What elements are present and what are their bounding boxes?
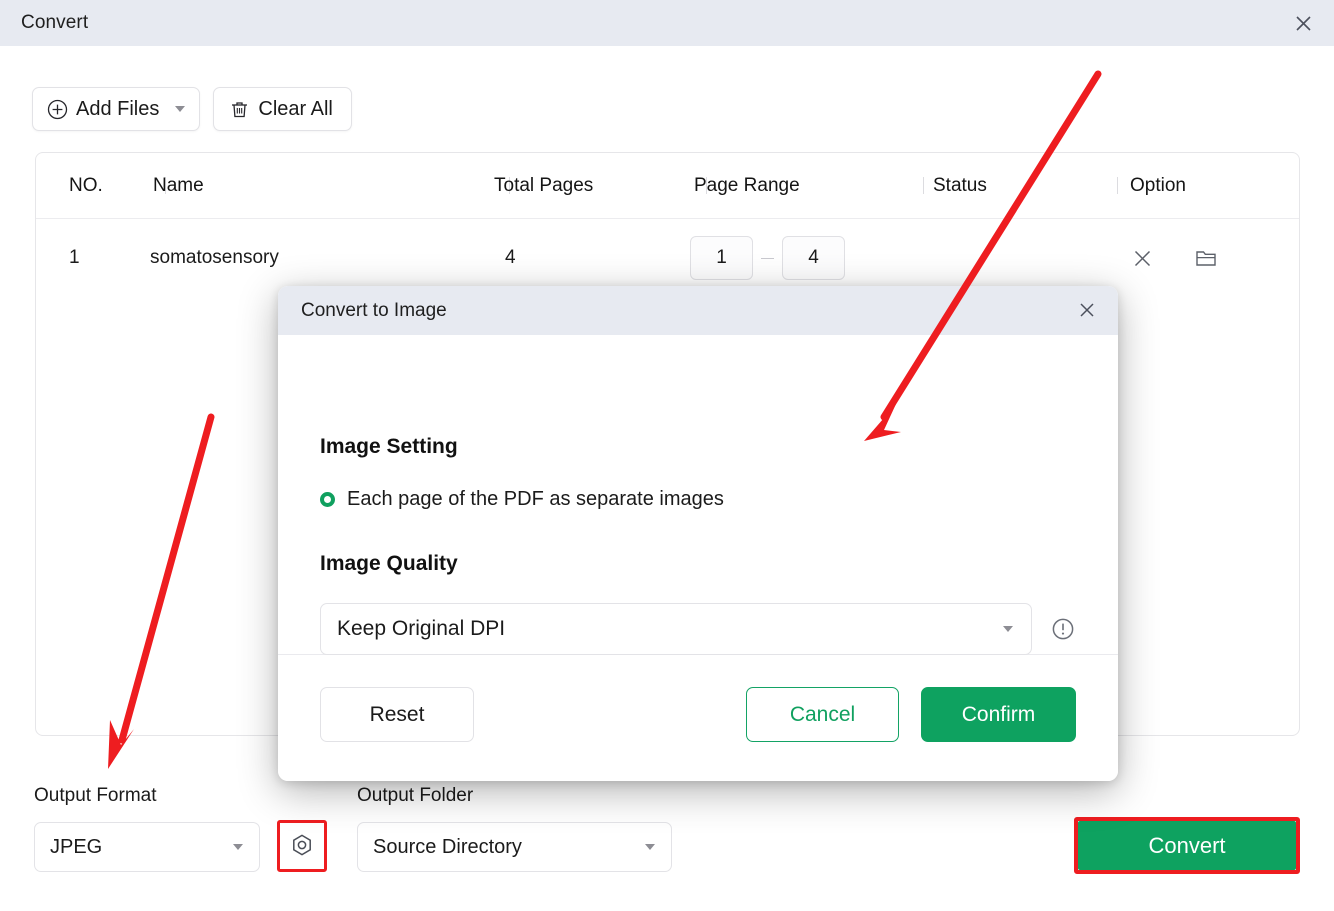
output-folder-value: Source Directory <box>373 835 522 858</box>
output-format-select[interactable]: JPEG <box>34 822 260 872</box>
add-files-button[interactable]: Add Files <box>32 87 201 131</box>
exclamation-circle-icon[interactable] <box>1050 616 1076 642</box>
cancel-button[interactable]: Cancel <box>746 687 899 742</box>
toolbar: Add Files Clear All <box>32 87 352 131</box>
column-header-total-pages: Total Pages <box>494 174 594 196</box>
chevron-down-icon[interactable] <box>175 106 186 112</box>
convert-to-image-dialog: Convert to Image Image Setting Each page… <box>278 286 1118 781</box>
cell-no: 1 <box>69 247 80 268</box>
convert-button[interactable]: Convert <box>1078 821 1296 870</box>
page-range-separator <box>761 257 774 259</box>
cell-option <box>1128 219 1220 297</box>
image-quality-value: Keep Original DPI <box>337 617 506 640</box>
image-setting-heading: Image Setting <box>320 435 458 458</box>
output-folder-select[interactable]: Source Directory <box>357 822 672 872</box>
radio-selected-icon <box>320 492 335 507</box>
chevron-down-icon <box>233 844 243 850</box>
column-divider <box>1117 177 1118 194</box>
clear-all-label: Clear All <box>258 97 333 120</box>
chevron-down-icon <box>645 844 655 850</box>
close-icon[interactable] <box>1072 296 1102 324</box>
image-quality-heading: Image Quality <box>320 552 458 575</box>
output-format-value: JPEG <box>50 835 103 858</box>
window-titlebar: Convert <box>0 0 1334 46</box>
radio-each-page-separate[interactable]: Each page of the PDF as separate images <box>320 488 724 511</box>
dialog-footer: Reset Cancel Confirm <box>278 655 1118 781</box>
window-title: Convert <box>21 12 89 33</box>
add-files-label: Add Files <box>76 97 160 120</box>
column-header-option: Option <box>1130 174 1186 196</box>
dialog-title: Convert to Image <box>301 299 447 321</box>
column-header-no: NO. <box>69 174 103 196</box>
page-range-to-input[interactable]: 4 <box>782 236 845 280</box>
dialog-header: Convert to Image <box>278 286 1118 335</box>
format-settings-button[interactable] <box>277 820 327 872</box>
dialog-body: Image Setting Each page of the PDF as se… <box>278 335 1118 655</box>
output-folder-label: Output Folder <box>357 785 474 806</box>
confirm-button[interactable]: Confirm <box>921 687 1076 742</box>
close-icon[interactable] <box>1286 8 1320 38</box>
page-range-from-input[interactable]: 1 <box>690 236 753 280</box>
image-quality-select[interactable]: Keep Original DPI <box>320 603 1032 655</box>
column-divider <box>923 177 924 194</box>
folder-icon[interactable] <box>1192 244 1220 272</box>
convert-button-highlight: Convert <box>1074 817 1300 874</box>
cell-name: somatosensory <box>150 247 279 268</box>
reset-button[interactable]: Reset <box>320 687 474 742</box>
chevron-down-icon <box>1003 626 1013 632</box>
column-header-status: Status <box>933 174 987 196</box>
convert-button-label: Convert <box>1148 832 1226 858</box>
remove-file-icon[interactable] <box>1128 244 1156 272</box>
radio-option-label: Each page of the PDF as separate images <box>347 488 724 510</box>
table-header-row: NO. Name Total Pages Page Range Status O… <box>36 153 1299 219</box>
column-header-page-range: Page Range <box>694 174 800 196</box>
hex-nut-settings-icon <box>288 832 316 860</box>
clear-all-button[interactable]: Clear All <box>213 87 352 131</box>
column-header-name: Name <box>153 174 204 196</box>
output-format-label: Output Format <box>34 785 157 806</box>
trash-icon <box>229 99 250 120</box>
plus-circle-icon <box>47 99 68 120</box>
